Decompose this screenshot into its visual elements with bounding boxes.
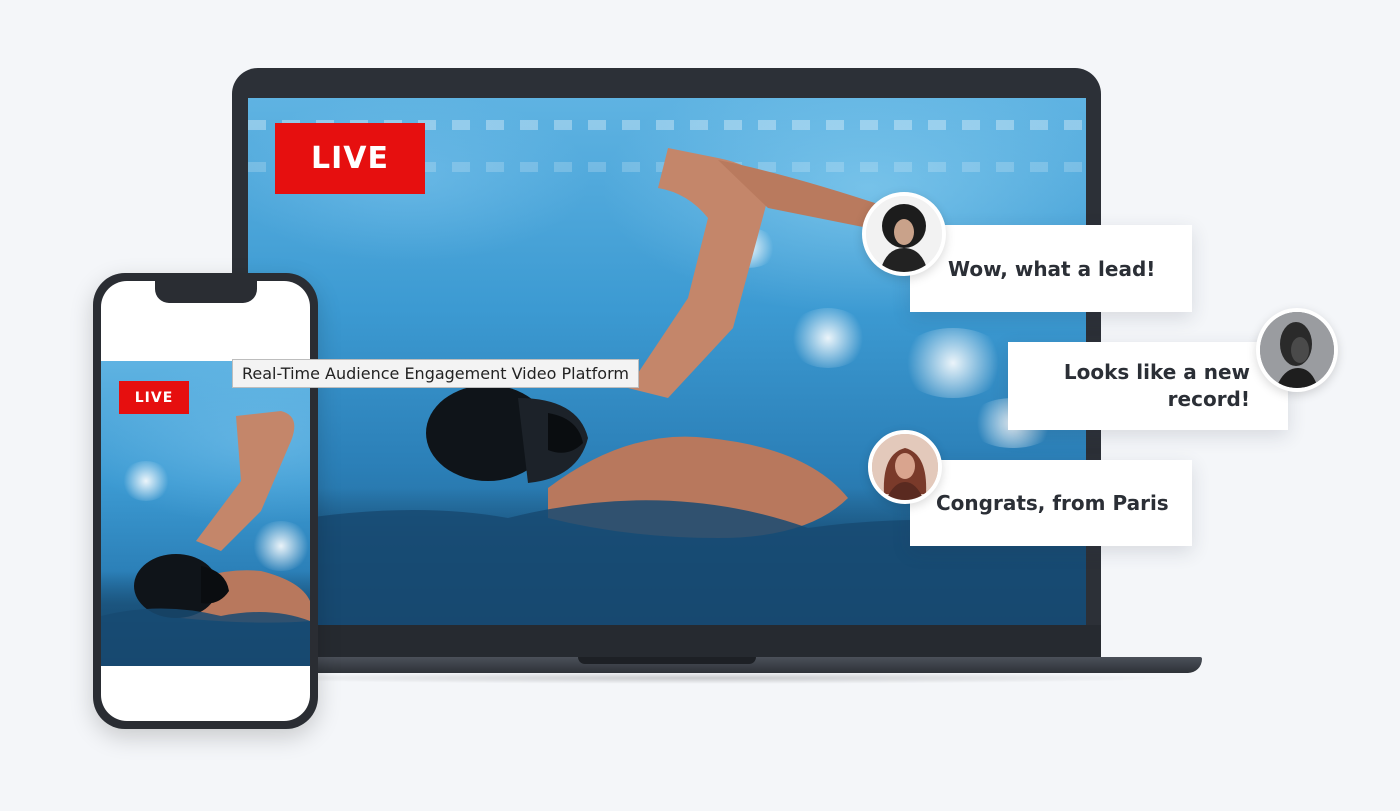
chat-bubble: Congrats, from Paris: [910, 460, 1192, 546]
user-avatar-icon: [866, 196, 942, 272]
phone-live-badge: LIVE: [119, 381, 189, 414]
laptop-chin: [232, 625, 1101, 660]
chat-message: Congrats, from Paris: [936, 491, 1169, 515]
live-badge: LIVE: [275, 123, 425, 194]
chat-message: Wow, what a lead!: [948, 256, 1156, 281]
phone-frame: LIVE: [93, 273, 318, 729]
laptop-hinge-notch: [578, 657, 756, 664]
phone-video[interactable]: LIVE: [101, 361, 310, 666]
avatar[interactable]: [868, 430, 942, 504]
chat-bubble: Looks like a new record!: [1008, 342, 1288, 430]
phone-notch: [155, 281, 257, 303]
phone-screen: LIVE: [101, 281, 310, 721]
avatar[interactable]: [862, 192, 946, 276]
avatar[interactable]: [1256, 308, 1338, 392]
chat-message: Looks like a new record!: [1063, 360, 1250, 411]
user-avatar-icon: [1260, 312, 1334, 388]
laptop-shadow: [230, 672, 1180, 684]
chat-bubble: Wow, what a lead!: [910, 225, 1192, 312]
user-avatar-icon: [872, 434, 938, 500]
page-title-tooltip: Real-Time Audience Engagement Video Plat…: [232, 359, 639, 388]
